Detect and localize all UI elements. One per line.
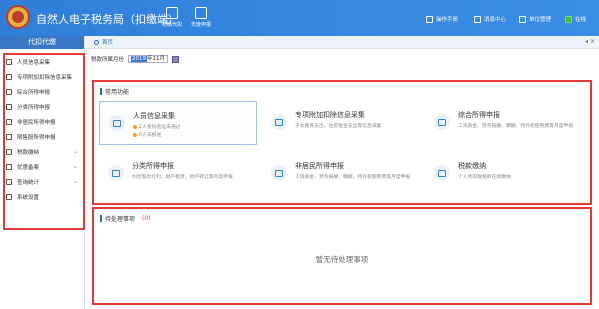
manual-button[interactable]: 操作手册 xyxy=(426,15,458,23)
grid-icon xyxy=(166,7,178,19)
id-card-icon xyxy=(271,114,287,130)
card-subtitle: 工资薪金、劳务报酬、稿酬、特许权使用费等月度申报 xyxy=(295,175,411,180)
period-month: 年11月 xyxy=(147,56,166,62)
warning-dot-icon xyxy=(133,132,137,137)
annual-report-label: 年度申报 xyxy=(190,22,211,28)
card-title: 综合所得申报 xyxy=(458,111,500,119)
card-title: 人员信息采集 xyxy=(133,112,175,120)
card-title: 税款缴纳 xyxy=(458,162,486,170)
book-icon xyxy=(426,15,433,23)
edit-icon xyxy=(271,165,287,181)
sidebar-highlight-box xyxy=(3,53,85,230)
card-subtitle: 利息股息红利、财产租赁、财产转让等月度申报 xyxy=(132,175,233,180)
common-functions-panel: 常用功能 人员信息采集 2人身份验证未通过 0人未报送 专项附加扣除信息采集 子… xyxy=(92,80,592,205)
card-subtitle: 个人所得税税款在线缴纳 xyxy=(458,175,511,180)
common-functions-title: 常用功能 xyxy=(100,87,129,96)
calendar-icon[interactable] xyxy=(172,55,180,63)
edit-icon xyxy=(108,165,124,181)
pending-title-text: 待处理事项 xyxy=(105,216,136,223)
period-selector: 税款所属月份 2019年11月 xyxy=(86,49,599,69)
tab-home[interactable]: 首页 xyxy=(90,38,117,46)
card-subtitle: 子女教育支出、住房租金支出等信息采集 xyxy=(295,124,382,129)
unit-management-button[interactable]: 单位管理 xyxy=(519,15,551,23)
warning-dot-icon xyxy=(133,124,137,129)
sidebar-header: 代扣代缴 xyxy=(0,36,84,49)
pending-items-panel: 待处理事项 (0) 暂无待处理事项 xyxy=(92,207,592,305)
online-label: 在线 xyxy=(575,17,587,23)
card-nonresident-income[interactable]: 非居民所得申报 工资薪金、劳务报酬、稿酬、特许权使用费等月度申报 xyxy=(262,152,420,196)
document-icon xyxy=(195,7,207,19)
home-icon xyxy=(94,39,99,45)
online-icon xyxy=(565,15,572,23)
card-special-deduction[interactable]: 专项附加扣除信息采集 子女教育支出、住房租金支出等信息采集 xyxy=(262,101,420,145)
period-year: 2019 xyxy=(131,56,148,62)
period-label: 税款所属月份 xyxy=(91,57,125,63)
pending-empty-text: 暂无待处理事项 xyxy=(315,255,369,264)
pending-count: (0) xyxy=(142,215,151,222)
tab-home-label: 首页 xyxy=(102,40,114,46)
annual-report-button[interactable]: 年度申报 xyxy=(184,7,218,28)
pending-title: 待处理事项 (0) xyxy=(100,214,151,223)
card-tax-payment[interactable]: 税款缴纳 个人所得税税款在线缴纳 xyxy=(425,152,583,196)
card-status-text: 0人未报送 xyxy=(139,133,162,138)
card-classified-income[interactable]: 分类所得申报 利息股息红利、财产租赁、财产转让等月度申报 xyxy=(99,152,257,196)
card-status-line: 2人身份验证未通过 xyxy=(133,123,180,130)
manual-label: 操作手册 xyxy=(436,17,459,23)
common-functions-title-text: 常用功能 xyxy=(105,89,130,96)
card-comprehensive-income[interactable]: 综合所得申报 工资薪金、劳务报酬、稿酬、特许权使用费等月度申报 xyxy=(425,101,583,145)
message-center-label: 消息中心 xyxy=(484,17,507,23)
payment-icon xyxy=(434,165,450,181)
unit-management-label: 单位管理 xyxy=(529,17,552,23)
report-icon xyxy=(434,114,450,130)
card-status-text: 2人身份验证未通过 xyxy=(139,125,181,130)
id-card-icon xyxy=(109,115,125,131)
card-personnel-info[interactable]: 人员信息采集 2人身份验证未通过 0人未报送 xyxy=(99,101,257,145)
withholding-label: 扣缴代扣 xyxy=(161,22,182,28)
title-bar: 自然人电子税务局（扣缴端） 扣缴代扣 年度申报 操作手册 消息中心 单位管理 在… xyxy=(0,0,599,36)
tax-emblem-logo xyxy=(6,5,30,29)
card-title: 专项附加扣除信息采集 xyxy=(295,111,365,119)
card-title: 非居民所得申报 xyxy=(295,162,344,170)
card-subtitle: 工资薪金、劳务报酬、稿酬、特许权使用费等月度申报 xyxy=(458,124,574,129)
tab-controls[interactable]: ◂ × xyxy=(585,38,595,45)
mail-icon xyxy=(474,15,481,23)
main-content: 首页 ◂ × 税款所属月份 2019年11月 常用功能 人员信息采集 2人身份验… xyxy=(86,36,599,309)
card-title: 分类所得申报 xyxy=(132,162,174,170)
period-input[interactable]: 2019年11月 xyxy=(128,55,169,63)
building-icon xyxy=(519,15,526,23)
online-status[interactable]: 在线 xyxy=(565,15,586,23)
card-status-line: 0人未报送 xyxy=(133,131,161,138)
message-center-button[interactable]: 消息中心 xyxy=(474,15,506,23)
tab-bar: 首页 ◂ × xyxy=(86,36,599,49)
